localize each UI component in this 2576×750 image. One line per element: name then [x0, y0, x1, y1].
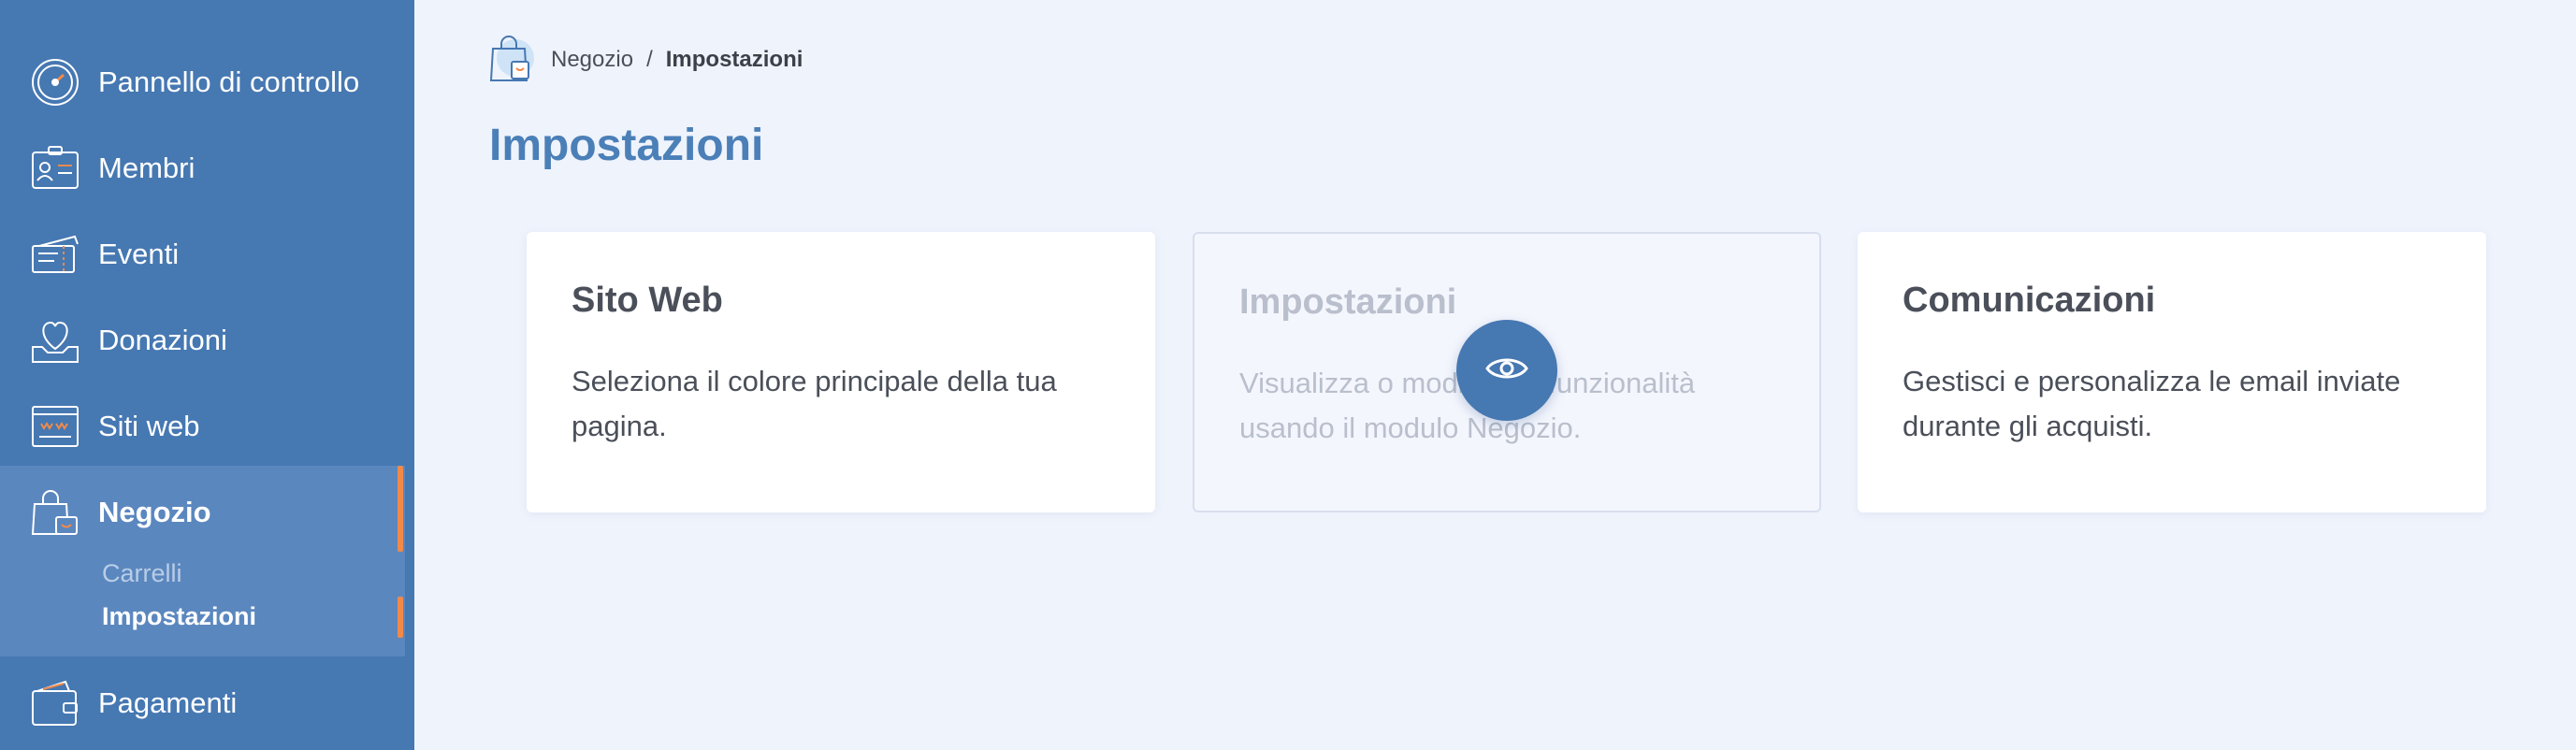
breadcrumb-link-shop[interactable]: Negozio	[551, 47, 633, 73]
sidebar-item-shop[interactable]: Negozio	[0, 469, 414, 555]
card-title: Comunicazioni	[1903, 281, 2156, 320]
card-settings[interactable]: Impostazioni Visualizza o modifica le fu…	[1193, 232, 1821, 512]
card-website[interactable]: Sito Web Seleziona il colore principale …	[527, 232, 1155, 512]
shopping-bag-icon	[30, 487, 80, 538]
shopping-bag-icon	[489, 34, 543, 86]
browser-window-icon	[30, 401, 80, 452]
active-indicator	[398, 466, 403, 552]
active-subitem-indicator	[398, 597, 403, 638]
tickets-icon	[30, 229, 80, 280]
breadcrumb-separator: /	[646, 47, 653, 72]
speedometer-icon	[30, 57, 80, 108]
sidebar-item-label: Pannello di controllo	[98, 65, 360, 98]
sidebar-item-label: Donazioni	[98, 324, 227, 356]
sidebar-item-events[interactable]: Eventi	[0, 211, 414, 297]
sidebar-item-label: Pagamenti	[98, 686, 238, 719]
page-title: Impostazioni	[489, 121, 764, 170]
sidebar: Pannello di controllo Membri Eventi Dona…	[0, 0, 414, 750]
app-window: Pannello di controllo Membri Eventi Dona…	[0, 0, 2576, 750]
eye-icon	[1485, 354, 1528, 387]
breadcrumb-current: Impostazioni	[665, 47, 803, 72]
id-card-icon	[30, 143, 80, 194]
sidebar-item-donations[interactable]: Donazioni	[0, 297, 414, 383]
main-content: Negozio / Impostazioni Impostazioni Sito…	[414, 0, 2576, 750]
heart-box-icon	[30, 315, 80, 366]
sidebar-item-members[interactable]: Membri	[0, 125, 414, 211]
sidebar-item-label: Siti web	[98, 410, 200, 442]
breadcrumb: Negozio / Impostazioni	[489, 34, 803, 86]
view-button[interactable]	[1456, 320, 1557, 421]
sidebar-subitem-carts[interactable]: Carrelli	[102, 559, 182, 588]
sidebar-item-label: Membri	[98, 151, 195, 184]
card-description: Seleziona il colore principale della tua…	[572, 365, 1057, 442]
sidebar-item-label: Negozio	[98, 496, 211, 528]
card-title: Impostazioni	[1239, 282, 1457, 322]
sidebar-item-label: Eventi	[98, 238, 180, 270]
card-description: Gestisci e personalizza le email inviate…	[1903, 365, 2401, 442]
sidebar-item-websites[interactable]: Siti web	[0, 383, 414, 469]
card-communications[interactable]: Comunicazioni Gestisci e personalizza le…	[1858, 232, 2486, 512]
sidebar-item-payments[interactable]: Pagamenti	[0, 660, 414, 746]
wallet-icon	[30, 678, 80, 728]
sidebar-item-dashboard[interactable]: Pannello di controllo	[0, 39, 414, 125]
card-title: Sito Web	[572, 281, 723, 320]
sidebar-subitem-settings[interactable]: Impostazioni	[102, 602, 256, 631]
